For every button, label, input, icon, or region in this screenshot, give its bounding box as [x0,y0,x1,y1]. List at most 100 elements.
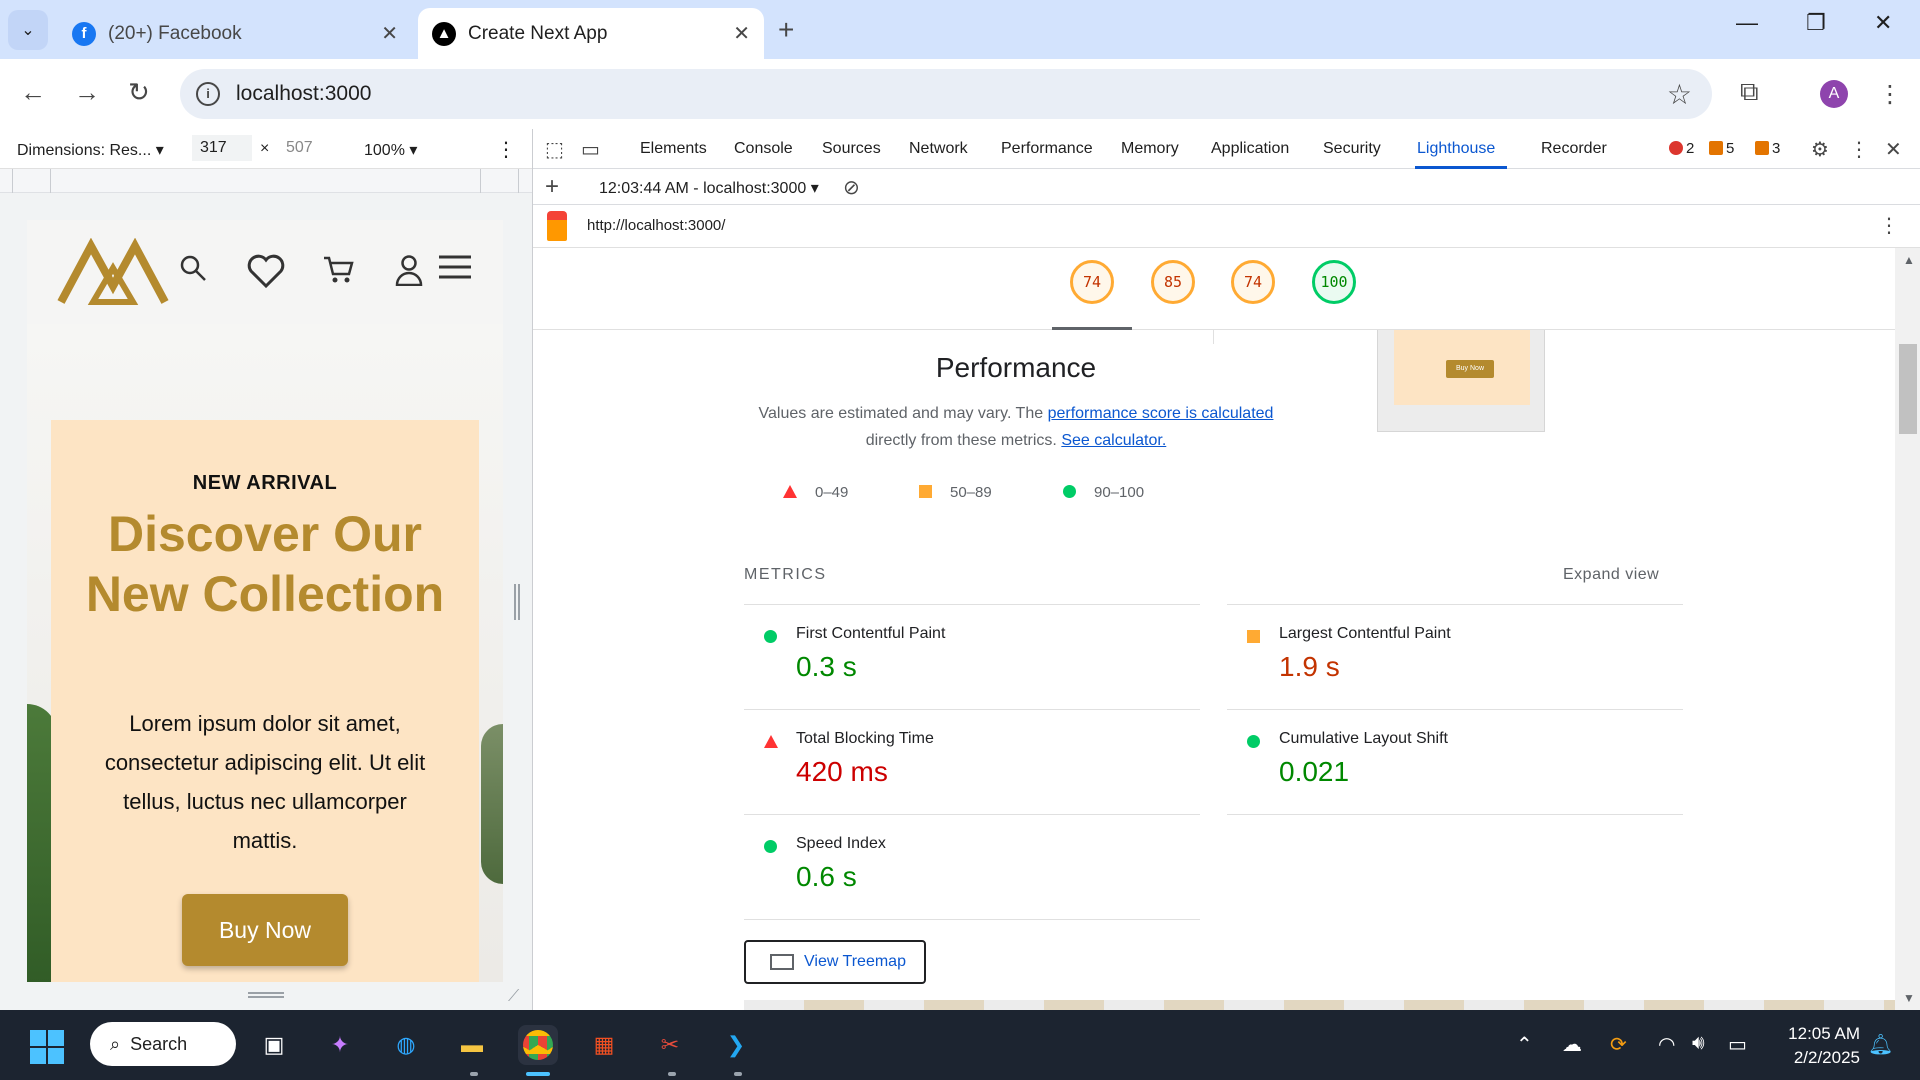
dimensions-select[interactable]: Dimensions: Res... ▾ [17,140,164,160]
browser-menu-icon[interactable]: ⋮ [1878,80,1902,109]
wifi-icon[interactable]: ◠ [1658,1032,1675,1057]
new-tab-button[interactable]: + [778,14,794,46]
legend-average: 50–89 [919,484,992,501]
inspect-element-icon[interactable]: ⬚ [545,137,564,162]
edge-icon[interactable]: ◍ [386,1025,426,1065]
battery-icon[interactable]: ▭ [1728,1032,1747,1057]
viewport-corner-handle[interactable]: ⟋ [508,988,519,1006]
user-icon[interactable] [395,254,423,286]
snipping-tool-icon[interactable]: ✂ [650,1025,690,1065]
scrollbar-thumb[interactable] [1899,344,1917,434]
best-practices-score-gauge[interactable]: 74 [1231,260,1275,304]
file-explorer-icon[interactable]: ▬ [452,1025,492,1065]
tab-security[interactable]: Security [1323,140,1381,158]
seo-score-gauge[interactable]: 100 [1312,260,1356,304]
tab-lighthouse[interactable]: Lighthouse [1417,140,1495,158]
copilot-icon[interactable]: ✦ [320,1025,360,1065]
address-text[interactable]: localhost:3000 [236,82,371,106]
tab-recorder[interactable]: Recorder [1541,140,1607,158]
device-toggle-icon[interactable]: ▭ [581,137,600,162]
zoom-select[interactable]: 100% ▾ [364,140,417,160]
thumbnail-card: Buy Now [1394,330,1530,405]
back-icon[interactable]: ← [20,77,46,108]
settings-gear-icon[interactable]: ⚙ [1811,137,1829,162]
accessibility-score-gauge[interactable]: 85 [1151,260,1195,304]
final-screenshot-thumbnail[interactable]: Buy Now [1377,330,1545,432]
tab-application[interactable]: Application [1211,140,1289,158]
tab-create-next-app[interactable]: ▲ Create Next App ✕ [418,8,764,59]
tab-network[interactable]: Network [909,140,968,158]
device-more-icon[interactable]: ⋮ [496,137,516,162]
ruler-mark [12,169,13,193]
scroll-up-icon[interactable]: ▲ [1903,253,1915,267]
tab-strip: ⌄ f (20+) Facebook ✕ ▲ Create Next App ✕… [0,0,1920,59]
expand-view-toggle[interactable]: Expand view [1563,566,1659,584]
clear-reports-icon[interactable]: ⊘ [843,175,860,200]
tab-performance[interactable]: Performance [1001,140,1093,158]
chrome-icon[interactable] [518,1025,558,1065]
vscode-icon[interactable]: ❯ [716,1025,756,1065]
heart-icon[interactable] [247,254,285,288]
warning-icon [1709,141,1723,155]
taskbar-search[interactable]: ⌕ Search [90,1022,236,1066]
report-selector[interactable]: 12:03:44 AM - localhost:3000 ▾ [599,178,819,198]
windows-logo-tile [48,1048,64,1064]
warning-count-badge[interactable]: 5 [1709,140,1734,157]
view-treemap-button[interactable]: View Treemap [744,940,926,984]
reload-icon[interactable]: ↻ [128,77,150,108]
start-button[interactable] [30,1030,64,1064]
devtools-more-icon[interactable]: ⋮ [1849,137,1869,162]
issues-count-badge[interactable]: 3 [1755,140,1780,157]
volume-icon[interactable]: 🔊︎ [1692,1032,1705,1055]
tab-elements[interactable]: Elements [640,140,707,158]
hero-card: NEW ARRIVAL Discover Our New Collection … [51,420,479,982]
hamburger-menu-icon[interactable] [437,254,473,280]
buy-now-button[interactable]: Buy Now [182,894,348,966]
calculator-link[interactable]: See calculator. [1061,432,1166,449]
viewport-width-handle[interactable] [514,584,520,620]
tab-search-button[interactable]: ⌄ [8,10,48,50]
report-menu-icon[interactable]: ⋮ [1879,213,1899,238]
error-count-badge[interactable]: 2 [1669,140,1694,157]
hero-description: Lorem ipsum dolor sit amet, consectetur … [104,711,426,853]
search-icon[interactable] [179,254,207,282]
minimize-icon[interactable]: — [1736,10,1758,36]
close-window-icon[interactable]: ✕ [1874,10,1892,36]
tab-console[interactable]: Console [734,140,793,158]
selected-gauge-indicator [1052,327,1132,330]
bookmark-star-icon[interactable]: ☆ [1667,78,1692,111]
performance-score-link[interactable]: performance score is calculated [1048,405,1274,422]
brand-logo[interactable] [57,238,169,306]
system-clock[interactable]: 12:05 AM 2/2/2025 [1770,1022,1860,1070]
show-hidden-icons-chevron-icon[interactable]: ⌃ [1516,1032,1533,1057]
site-info-icon[interactable]: i [196,82,220,106]
tab-memory[interactable]: Memory [1121,140,1179,158]
performance-score-gauge[interactable]: 74 [1070,260,1114,304]
metric-divider [1227,814,1683,815]
profile-avatar[interactable]: A [1820,80,1848,108]
legend-pass: 90–100 [1063,484,1144,501]
sync-icon[interactable]: ⟳ [1610,1032,1627,1057]
close-devtools-icon[interactable]: ✕ [1885,137,1902,162]
close-tab-icon[interactable]: ✕ [733,21,750,46]
close-tab-icon[interactable]: ✕ [381,21,398,46]
forward-icon[interactable]: → [74,77,100,108]
width-input[interactable]: 317 [192,135,252,161]
cart-icon[interactable] [322,254,354,284]
tab-title: Create Next App [468,22,608,44]
restore-icon[interactable]: ❐ [1806,10,1826,36]
extensions-icon[interactable]: ⧉ [1740,76,1759,108]
task-view-icon[interactable]: ▣ [254,1025,294,1065]
address-bar[interactable]: i localhost:3000 ☆ [180,69,1712,119]
tab-facebook[interactable]: f (20+) Facebook ✕ [58,8,412,59]
viewport-height-handle[interactable] [248,992,284,998]
tab-sources[interactable]: Sources [822,140,881,158]
notifications-bell-icon[interactable]: 🔔︎ [1868,1032,1893,1057]
microsoft-store-icon[interactable]: ▦ [584,1025,624,1065]
report-url[interactable]: http://localhost:3000/ [587,217,725,234]
height-input[interactable]: 507 [278,135,342,161]
section-title: Performance [935,352,1097,383]
onedrive-icon[interactable]: ☁ [1562,1032,1582,1057]
scroll-down-icon[interactable]: ▼ [1903,991,1915,1005]
new-report-icon[interactable]: + [545,173,559,201]
